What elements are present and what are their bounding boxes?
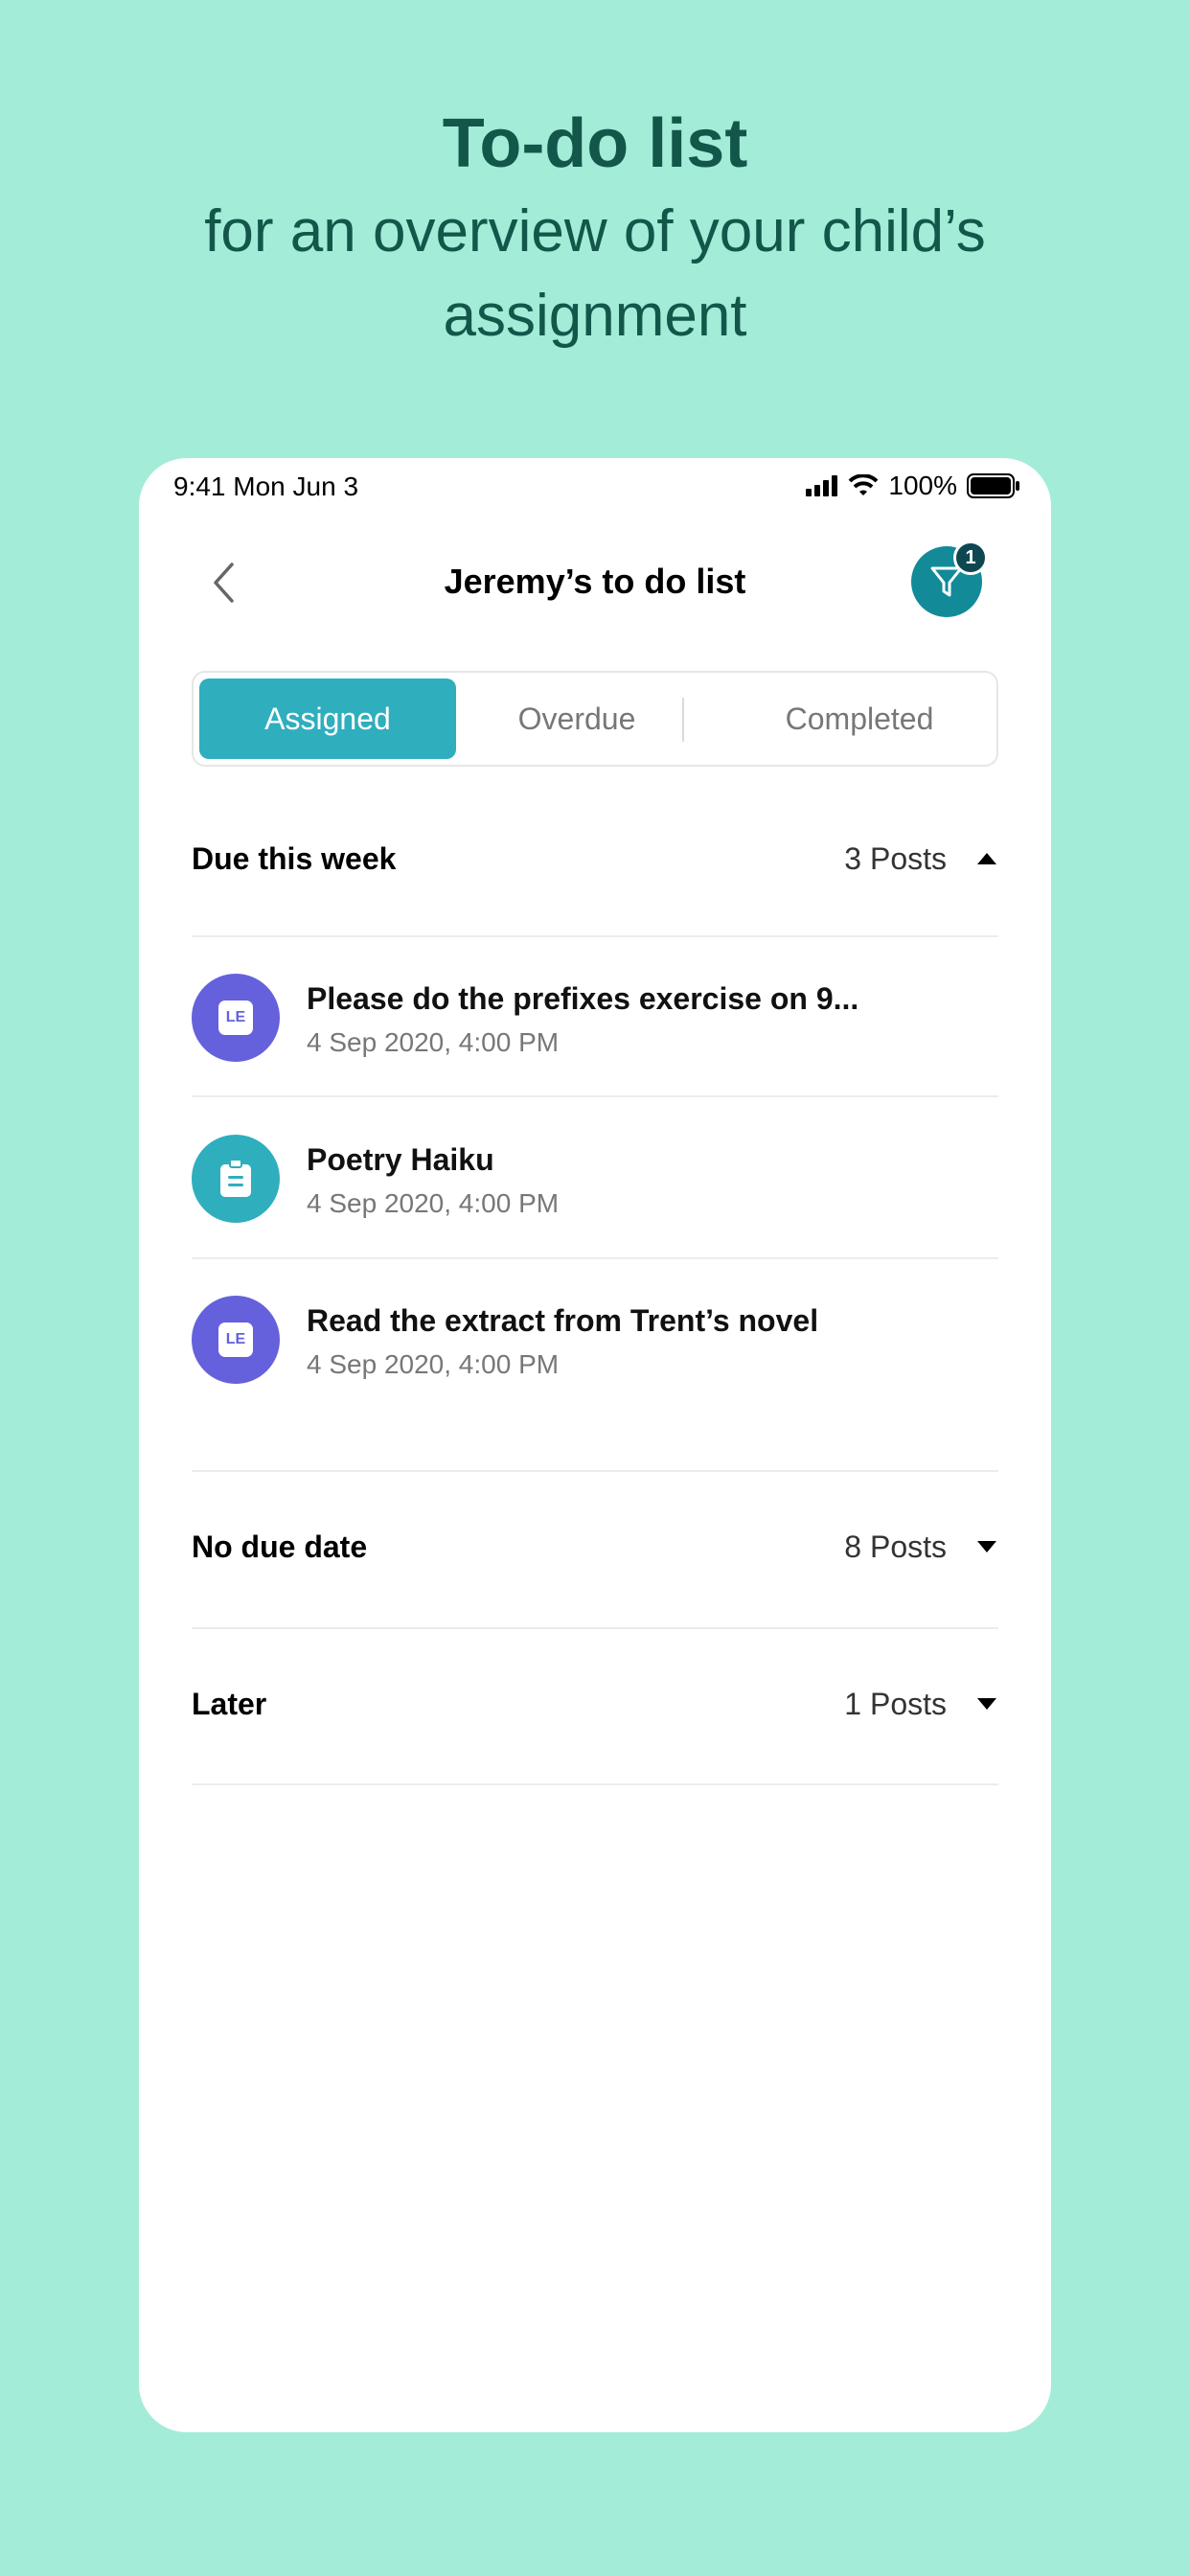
section-title: Due this week (192, 841, 397, 876)
section-count: 8 Posts (844, 1530, 947, 1564)
post-date: 4 Sep 2020, 4:00 PM (307, 1349, 560, 1379)
status-time: 9:41 Mon Jun 3 (173, 472, 359, 501)
battery-icon (967, 473, 1019, 498)
section-title: No due date (192, 1530, 368, 1564)
tab-overdue[interactable]: Overdue (471, 678, 682, 759)
section-due-this-week[interactable]: Due this week 3 Posts (192, 811, 998, 907)
section-count: 3 Posts (844, 841, 947, 876)
status-bar: 9:41 Mon Jun 3 100% (139, 458, 1051, 514)
battery-percentage: 100% (888, 471, 957, 500)
filter-count-badge: 1 (953, 540, 988, 575)
list-item[interactable]: Poetry Haiku 4 Sep 2020, 4:00 PM (192, 1098, 998, 1259)
divider (192, 1095, 998, 1097)
post-title: Please do the prefixes exercise on 9... (307, 981, 859, 1016)
wifi-icon (848, 474, 879, 495)
phone-screen: 9:41 Mon Jun 3 100% Jeremy’s to do list … (139, 458, 1051, 2432)
divider (192, 1470, 998, 1472)
section-count: 1 Posts (844, 1687, 947, 1721)
le-icon: LE (192, 1296, 280, 1384)
clipboard-icon (192, 1135, 280, 1223)
list-item[interactable]: LE Read the extract from Trent’s novel 4… (192, 1259, 998, 1420)
filter-button[interactable]: 1 (911, 540, 988, 617)
divider (192, 1627, 998, 1629)
promo-subtitle: for an overview of your child’s assignme… (204, 198, 986, 349)
caret-down-icon (977, 1541, 996, 1552)
promo-title: To-do list (442, 105, 748, 182)
section-no-due-date[interactable]: No due date 8 Posts (192, 1499, 998, 1595)
status-tabs: Assigned Overdue Completed (192, 671, 998, 767)
section-later[interactable]: Later 1 Posts (192, 1656, 998, 1752)
post-date: 4 Sep 2020, 4:00 PM (307, 1027, 560, 1057)
tab-divider (682, 698, 684, 742)
tab-completed[interactable]: Completed (730, 678, 989, 759)
le-icon: LE (192, 974, 280, 1062)
section-title: Later (192, 1687, 267, 1721)
list-item[interactable]: LE Please do the prefixes exercise on 9.… (192, 937, 998, 1098)
post-date: 4 Sep 2020, 4:00 PM (307, 1188, 560, 1218)
caret-up-icon (977, 853, 996, 864)
signal-icon (806, 475, 838, 496)
divider (192, 1783, 998, 1785)
post-title: Poetry Haiku (307, 1142, 494, 1177)
status-icons: 100% (806, 470, 1020, 502)
le-badge: LE (218, 1000, 253, 1035)
tab-assigned[interactable]: Assigned (199, 678, 456, 759)
le-badge: LE (218, 1322, 253, 1357)
caret-down-icon (977, 1698, 996, 1710)
post-title: Read the extract from Trent’s novel (307, 1303, 819, 1338)
